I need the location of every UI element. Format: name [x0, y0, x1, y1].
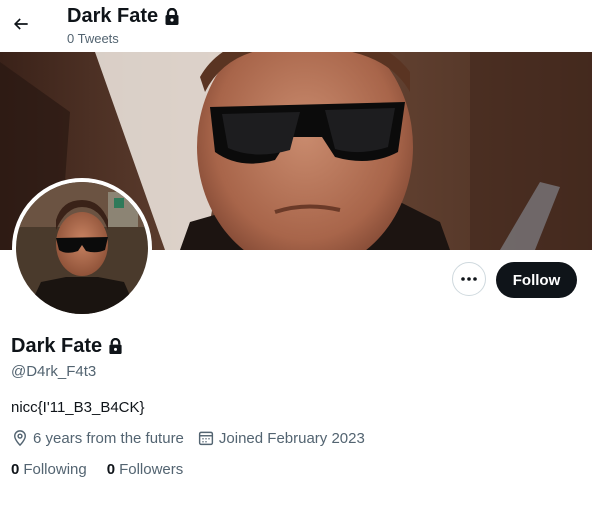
- followers-link[interactable]: 0 Followers: [107, 461, 184, 478]
- following-count: 0: [11, 461, 20, 478]
- location-text: 6 years from the future: [33, 429, 184, 447]
- profile-avatar[interactable]: [12, 178, 152, 318]
- calendar-icon: [198, 431, 213, 446]
- profile-meta: 6 years from the future Joined February …: [11, 429, 378, 447]
- profile-location: 6 years from the future: [11, 429, 184, 447]
- profile-header-bar: Dark Fate 0 Tweets: [0, 0, 592, 52]
- profile-handle: @D4rk_F4t3: [11, 363, 97, 380]
- more-horizontal-icon: [461, 277, 477, 281]
- follow-button[interactable]: Follow: [496, 262, 577, 298]
- joined-text: Joined February 2023: [218, 429, 365, 447]
- profile-joined-date: Joined February 2023: [197, 429, 365, 447]
- followers-count: 0: [106, 461, 116, 478]
- header-title: Dark Fate: [67, 5, 180, 28]
- followers-label: Followers: [119, 461, 184, 478]
- more-options-button[interactable]: [452, 262, 486, 296]
- follow-stats: 0 Following 0 Followers: [11, 461, 203, 478]
- profile-bio: nicc{I'11_B3_B4CK}: [11, 399, 145, 416]
- lock-icon: [109, 338, 122, 354]
- following-link[interactable]: 0 Following: [11, 461, 87, 478]
- following-label: Following: [23, 461, 87, 478]
- lock-icon: [165, 7, 179, 25]
- display-name-text: Dark Fate: [11, 335, 103, 357]
- arrow-left-icon: [13, 18, 28, 30]
- tweet-count: 0 Tweets: [67, 31, 119, 46]
- location-pin-icon: [14, 430, 26, 447]
- profile-page: Dark Fate 0 Tweets Follow Dark Fate @D4r…: [0, 0, 592, 506]
- back-button[interactable]: [5, 8, 37, 40]
- profile-display-name: Dark Fate: [11, 335, 123, 358]
- header-title-text: Dark Fate: [67, 5, 159, 27]
